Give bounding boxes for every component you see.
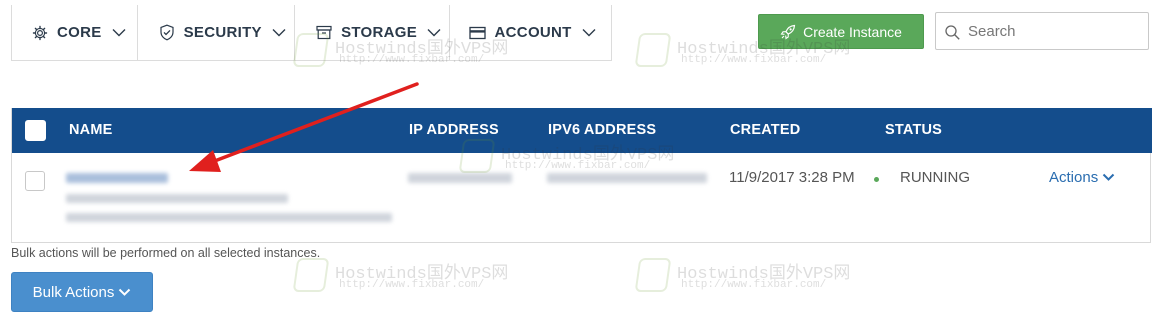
- row-actions-label: Actions: [1049, 169, 1099, 186]
- chevron-down-icon: [582, 26, 596, 40]
- select-all-checkbox[interactable]: [25, 120, 46, 141]
- tab-security-label: SECURITY: [183, 24, 262, 41]
- tab-account-label: ACCOUNT: [494, 24, 572, 41]
- chevron-down-icon: [118, 288, 131, 297]
- bulk-actions-note: Bulk actions will be performed on all se…: [11, 246, 321, 260]
- search-icon: [944, 24, 962, 42]
- status-text: RUNNING: [900, 169, 970, 186]
- chevron-down-icon: [1102, 173, 1115, 182]
- watermark-text: Hostwinds国外VPS网: [335, 265, 509, 284]
- chevron-down-icon: [272, 26, 286, 40]
- status-dot: [874, 177, 879, 182]
- instance-detail-redacted: [66, 213, 392, 222]
- tab-account[interactable]: ACCOUNT: [450, 5, 611, 60]
- instance-detail-redacted: [66, 194, 288, 203]
- ip-address-redacted: [408, 173, 512, 183]
- instance-name-link-redacted[interactable]: [66, 173, 168, 183]
- tab-storage-label: STORAGE: [341, 24, 418, 41]
- chevron-down-icon: [112, 26, 126, 40]
- gear-icon: [31, 24, 49, 42]
- column-header-ipv6-address[interactable]: IPV6 ADDRESS: [548, 122, 656, 138]
- bulk-actions-button[interactable]: Bulk Actions: [11, 272, 153, 312]
- column-header-created[interactable]: CREATED: [730, 122, 800, 138]
- watermark-url: http://www.fixbar.com/: [681, 54, 827, 66]
- bulk-actions-label: Bulk Actions: [32, 283, 115, 301]
- watermark-logo: [634, 258, 672, 292]
- tab-security[interactable]: SECURITY: [138, 5, 296, 60]
- top-nav: CORE SECURITY STORAGE ACCOUNT: [11, 5, 612, 61]
- tab-storage[interactable]: STORAGE: [295, 5, 450, 60]
- column-header-status[interactable]: STATUS: [885, 122, 942, 138]
- table-header: NAME IP ADDRESS IPV6 ADDRESS CREATED STA…: [12, 108, 1152, 153]
- rocket-icon: [780, 24, 796, 40]
- watermark-url: http://www.fixbar.com/: [681, 279, 827, 291]
- search-input[interactable]: [968, 22, 1138, 40]
- tab-core[interactable]: CORE: [12, 5, 138, 60]
- row-checkbox[interactable]: [25, 171, 45, 191]
- tab-core-label: CORE: [57, 24, 102, 41]
- column-header-ip-address[interactable]: IP ADDRESS: [409, 122, 499, 138]
- archive-box-icon: [315, 24, 333, 42]
- card-icon: [469, 24, 487, 42]
- created-date: 11/9/2017 3:28 PM: [729, 169, 855, 186]
- watermark-text: Hostwinds国外VPS网: [677, 265, 851, 284]
- column-header-name[interactable]: NAME: [69, 122, 113, 138]
- ipv6-address-redacted: [547, 173, 707, 183]
- watermark-url: http://www.fixbar.com/: [339, 279, 485, 291]
- search-box[interactable]: [935, 12, 1149, 50]
- create-instance-label: Create Instance: [803, 23, 902, 40]
- create-instance-button[interactable]: Create Instance: [758, 14, 924, 49]
- watermark-logo: [634, 33, 672, 67]
- chevron-down-icon: [427, 26, 441, 40]
- row-actions-dropdown[interactable]: Actions: [1049, 169, 1115, 186]
- shield-icon: [158, 24, 176, 42]
- watermark-logo: [292, 258, 330, 292]
